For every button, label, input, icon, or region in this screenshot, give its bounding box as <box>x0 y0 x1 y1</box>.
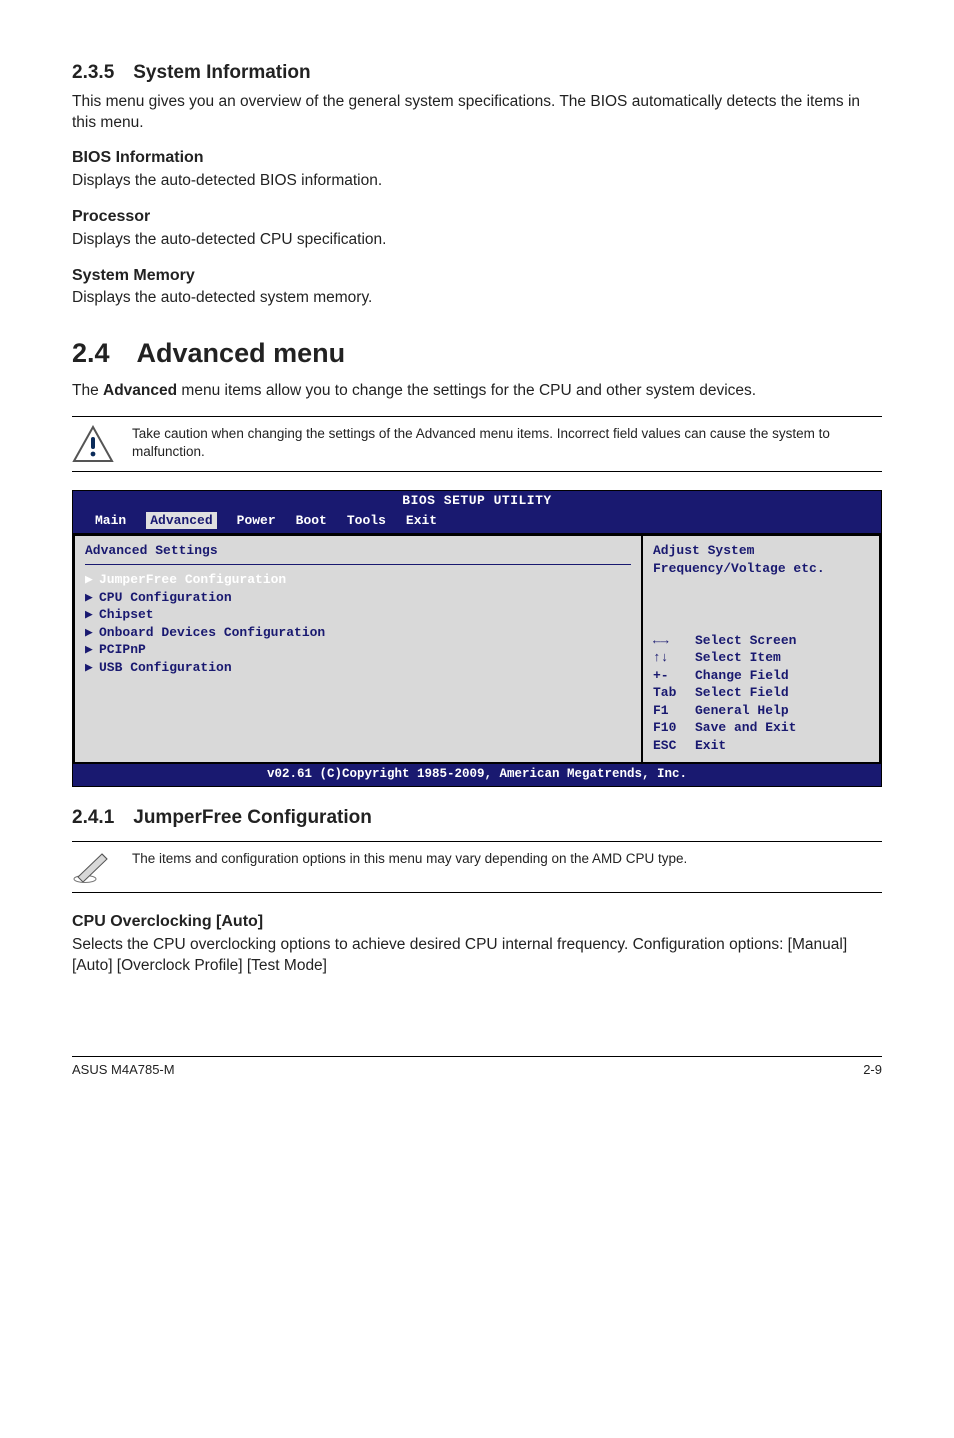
bios-help-label: Select Item <box>695 649 781 667</box>
bios-help-key: Tab <box>653 684 687 702</box>
bios-item-label: CPU Configuration <box>99 590 232 605</box>
bios-help-row: F10 Save and Exit <box>653 719 871 737</box>
subhead-bios-info: BIOS Information <box>72 147 882 169</box>
bios-divider <box>85 564 631 565</box>
bios-item-pcipnp: ▶PCIPnP <box>85 641 631 659</box>
p-bios-info: Displays the auto-detected BIOS informat… <box>72 171 882 192</box>
bios-body: Advanced Settings ▶JumperFree Configurat… <box>73 533 881 764</box>
intro-24-post: menu items allow you to change the setti… <box>177 382 756 399</box>
bios-item-label: Chipset <box>99 607 154 622</box>
bios-item-onboard: ▶Onboard Devices Configuration <box>85 624 631 642</box>
note-box: The items and configuration options in t… <box>72 841 882 893</box>
bios-help-key: ↑↓ <box>653 649 687 667</box>
bios-help-key: F1 <box>653 702 687 720</box>
triangle-right-icon: ▶ <box>85 624 99 642</box>
bios-item-usbconfig: ▶USB Configuration <box>85 659 631 677</box>
intro-24: The Advanced menu items allow you to cha… <box>72 381 882 402</box>
bios-help-label: Save and Exit <box>695 719 796 737</box>
p-processor: Displays the auto-detected CPU specifica… <box>72 230 882 251</box>
warning-text: Take caution when changing the settings … <box>132 425 882 460</box>
bios-left-panel: Advanced Settings ▶JumperFree Configurat… <box>73 534 641 764</box>
bios-right-desc-line: Frequency/Voltage etc. <box>653 560 871 578</box>
subhead-processor: Processor <box>72 206 882 228</box>
bios-help-label: General Help <box>695 702 789 720</box>
bios-item-chipset: ▶Chipset <box>85 606 631 624</box>
bios-title: BIOS SETUP UTILITY <box>73 491 881 510</box>
bios-menu-tools: Tools <box>347 512 386 530</box>
p-cpu-overclocking: Selects the CPU overclocking options to … <box>72 935 882 977</box>
bios-menu-main: Main <box>95 512 126 530</box>
intro-24-bold: Advanced <box>103 382 177 399</box>
note-text: The items and configuration options in t… <box>132 850 882 868</box>
bios-help-label: Exit <box>695 737 726 755</box>
warning-box: Take caution when changing the settings … <box>72 416 882 472</box>
heading-235: 2.3.5 System Information <box>72 60 882 86</box>
footer-left: ASUS M4A785-M <box>72 1061 175 1079</box>
bios-item-label: Onboard Devices Configuration <box>99 625 325 640</box>
triangle-right-icon: ▶ <box>85 589 99 607</box>
bios-menu-boot: Boot <box>296 512 327 530</box>
bios-help-row: Tab Select Field <box>653 684 871 702</box>
subhead-system-memory: System Memory <box>72 265 882 287</box>
bios-item-cpuconfig: ▶CPU Configuration <box>85 589 631 607</box>
bios-menu-advanced: Advanced <box>146 512 216 530</box>
intro-24-pre: The <box>72 382 103 399</box>
bios-right-desc-line: Adjust System <box>653 542 871 560</box>
heading-24: 2.4 Advanced menu <box>72 335 882 371</box>
triangle-right-icon: ▶ <box>85 571 99 589</box>
bios-menubar: Main Advanced Power Boot Tools Exit <box>73 510 881 534</box>
bios-help-block: ←→ Select Screen ↑↓ Select Item +- Change F… <box>653 632 871 755</box>
bios-panel-heading: Advanced Settings <box>85 542 631 560</box>
bios-menu-power: Power <box>237 512 276 530</box>
bios-screenshot: BIOS SETUP UTILITY Main Advanced Power B… <box>72 490 882 787</box>
bios-item-label: JumperFree Configuration <box>99 572 286 587</box>
pencil-note-icon <box>72 850 114 884</box>
p-system-memory: Displays the auto-detected system memory… <box>72 288 882 309</box>
bios-help-row: ←→ Select Screen <box>653 632 871 650</box>
bios-help-row: ↑↓ Select Item <box>653 649 871 667</box>
bios-help-row: ESC Exit <box>653 737 871 755</box>
bios-help-label: Select Field <box>695 684 789 702</box>
bios-help-key: ←→ <box>653 632 687 650</box>
triangle-right-icon: ▶ <box>85 641 99 659</box>
page-footer: ASUS M4A785-M 2-9 <box>72 1056 882 1079</box>
bios-right-panel: Adjust System Frequency/Voltage etc. ←→ S… <box>641 534 881 764</box>
bios-help-row: F1 General Help <box>653 702 871 720</box>
bios-help-key: ESC <box>653 737 687 755</box>
bios-footer: v02.61 (C)Copyright 1985-2009, American … <box>73 764 881 786</box>
triangle-right-icon: ▶ <box>85 606 99 624</box>
bios-help-label: Change Field <box>695 667 789 685</box>
triangle-right-icon: ▶ <box>85 659 99 677</box>
bios-help-row: +- Change Field <box>653 667 871 685</box>
bios-item-label: PCIPnP <box>99 642 146 657</box>
heading-241: 2.4.1 JumperFree Configuration <box>72 805 882 831</box>
bios-help-label: Select Screen <box>695 632 796 650</box>
bios-item-jumperfree: ▶JumperFree Configuration <box>85 571 631 589</box>
bios-right-desc: Adjust System Frequency/Voltage etc. <box>653 542 871 577</box>
bios-item-label: USB Configuration <box>99 660 232 675</box>
subhead-cpu-overclocking: CPU Overclocking [Auto] <box>72 911 882 933</box>
footer-right: 2-9 <box>863 1061 882 1079</box>
warning-icon <box>72 425 114 463</box>
intro-235: This menu gives you an overview of the g… <box>72 92 882 134</box>
bios-help-key: F10 <box>653 719 687 737</box>
bios-help-key: +- <box>653 667 687 685</box>
bios-menu-exit: Exit <box>406 512 437 530</box>
